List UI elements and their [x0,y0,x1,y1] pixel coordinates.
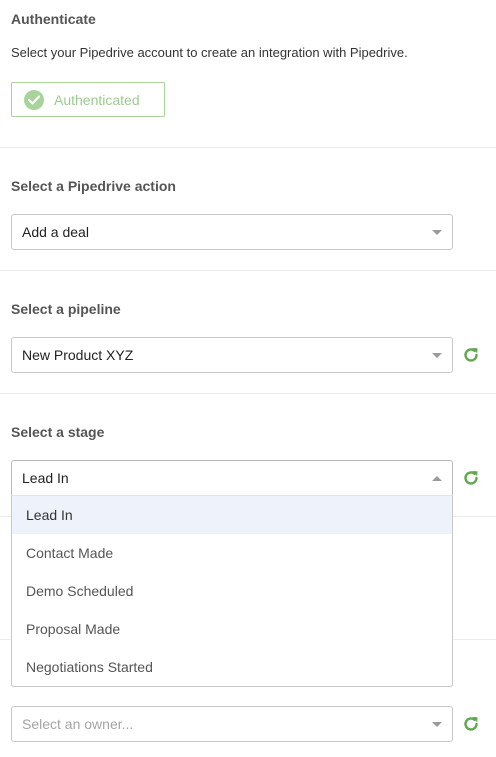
pipeline-select-value: New Product XYZ [22,347,134,363]
pipeline-heading: Select a pipeline [11,301,121,317]
action-select[interactable]: Add a deal [11,214,453,250]
stage-option-demo-scheduled[interactable]: Demo Scheduled [12,572,452,610]
divider [0,270,496,271]
authenticated-button[interactable]: Authenticated [11,82,165,117]
stage-select[interactable]: Lead In [11,460,453,496]
action-select-value: Add a deal [22,224,89,240]
chevron-up-icon [432,476,442,481]
stage-option-negotiations-started[interactable]: Negotiations Started [12,648,452,686]
stage-refresh-icon[interactable] [461,468,481,488]
check-circle-icon [24,89,44,110]
stage-heading: Select a stage [11,424,105,440]
owner-refresh-icon[interactable] [461,714,481,734]
stage-select-value: Lead In [22,470,69,486]
stage-option-contact-made[interactable]: Contact Made [12,534,452,572]
action-heading: Select a Pipedrive action [11,178,176,194]
owner-select-placeholder: Select an owner... [22,716,134,732]
chevron-down-icon [432,722,442,727]
authenticate-description: Select your Pipedrive account to create … [11,45,408,60]
pipeline-refresh-icon[interactable] [461,345,481,365]
divider [0,147,496,148]
pipeline-select[interactable]: New Product XYZ [11,337,453,373]
authenticated-button-label: Authenticated [54,91,140,108]
owner-select[interactable]: Select an owner... [11,706,453,742]
stage-option-lead-in[interactable]: Lead In [12,496,452,534]
divider [0,393,496,394]
chevron-down-icon [432,230,442,235]
chevron-down-icon [432,353,442,358]
stage-dropdown-menu: Lead In Contact Made Demo Scheduled Prop… [11,495,453,687]
stage-option-proposal-made[interactable]: Proposal Made [12,610,452,648]
authenticate-heading: Authenticate [11,11,96,27]
